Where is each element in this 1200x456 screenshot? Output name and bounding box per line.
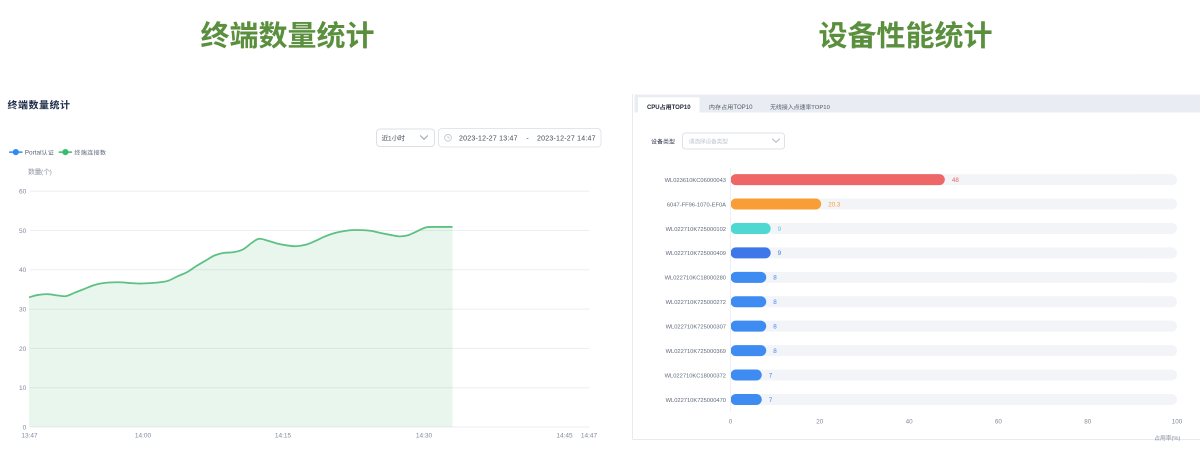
svg-text:40: 40 bbox=[19, 267, 27, 274]
svg-text:): ) bbox=[50, 169, 52, 176]
svg-text:30: 30 bbox=[19, 307, 27, 314]
svg-text:40: 40 bbox=[906, 419, 914, 426]
svg-text:2023-12-27 14:47: 2023-12-27 14:47 bbox=[537, 136, 596, 143]
svg-text:6047-FF96-1070-EF0A: 6047-FF96-1070-EF0A bbox=[667, 202, 726, 208]
svg-text:100: 100 bbox=[1172, 419, 1183, 426]
svg-text:WL022710K725000409: WL022710K725000409 bbox=[666, 251, 726, 257]
svg-text:60: 60 bbox=[995, 419, 1003, 426]
svg-text:2023-12-27 13:47: 2023-12-27 13:47 bbox=[459, 136, 518, 143]
svg-text:14:45: 14:45 bbox=[556, 432, 573, 439]
svg-text:60: 60 bbox=[19, 189, 27, 196]
svg-text:8: 8 bbox=[773, 323, 777, 330]
svg-text:WL022710K725000369: WL022710K725000369 bbox=[666, 349, 726, 355]
svg-text:WL022710K725000102: WL022710K725000102 bbox=[666, 227, 726, 233]
svg-text:50: 50 bbox=[19, 228, 27, 235]
svg-text:10: 10 bbox=[19, 385, 27, 392]
svg-text:TOP10: TOP10 bbox=[672, 105, 692, 111]
svg-text:48: 48 bbox=[952, 177, 960, 184]
svg-text:14:00: 14:00 bbox=[135, 432, 152, 439]
svg-text:13:47: 13:47 bbox=[21, 432, 38, 439]
svg-text:TOP10: TOP10 bbox=[811, 105, 830, 111]
svg-text:9: 9 bbox=[778, 250, 782, 257]
svg-text:14:47: 14:47 bbox=[581, 432, 598, 439]
svg-text:14:15: 14:15 bbox=[275, 432, 292, 439]
svg-text:WL022710KC18000372: WL022710KC18000372 bbox=[665, 373, 726, 379]
svg-text:9: 9 bbox=[778, 226, 782, 233]
svg-text:(%): (%) bbox=[1171, 436, 1180, 442]
svg-text:WL022710K725000470: WL022710K725000470 bbox=[666, 398, 726, 404]
svg-text:20: 20 bbox=[816, 419, 824, 426]
svg-text:WL022710K725000307: WL022710K725000307 bbox=[666, 324, 726, 330]
svg-text:7: 7 bbox=[769, 372, 773, 379]
svg-text:TOP10: TOP10 bbox=[733, 104, 753, 111]
svg-text:8: 8 bbox=[773, 299, 777, 306]
svg-text:80: 80 bbox=[1084, 419, 1092, 426]
svg-text:14:30: 14:30 bbox=[416, 432, 433, 439]
svg-text:Portal: Portal bbox=[25, 150, 42, 157]
svg-text:0: 0 bbox=[729, 419, 733, 426]
svg-text:7: 7 bbox=[769, 397, 773, 404]
svg-text:CPU: CPU bbox=[647, 105, 660, 111]
svg-text:20: 20 bbox=[19, 346, 27, 353]
svg-text:20.3: 20.3 bbox=[828, 201, 841, 208]
svg-text:8: 8 bbox=[773, 275, 777, 282]
svg-text:(: ( bbox=[41, 169, 44, 176]
svg-text:WL022710KC18000280: WL022710KC18000280 bbox=[665, 276, 726, 282]
svg-text:1: 1 bbox=[388, 136, 392, 143]
svg-text:8: 8 bbox=[773, 348, 777, 355]
svg-text:WL023610KC06000043: WL023610KC06000043 bbox=[665, 178, 726, 184]
svg-text:WL022710K725000272: WL022710K725000272 bbox=[666, 300, 726, 306]
svg-text:0: 0 bbox=[23, 424, 27, 431]
